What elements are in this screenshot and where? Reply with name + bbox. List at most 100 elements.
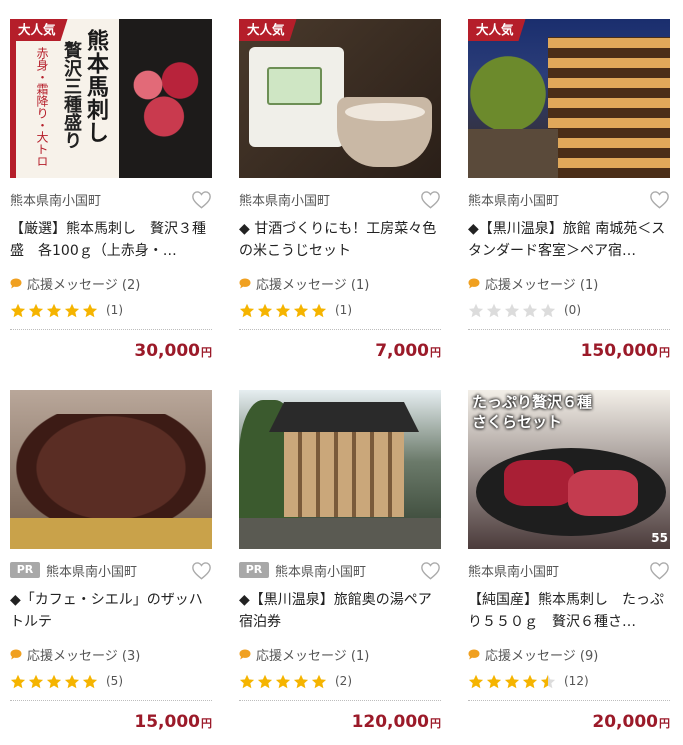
support-message-text: 応援メッセージ (9): [485, 648, 599, 664]
star-filled-icon: [28, 303, 44, 317]
location-label: 熊本県南小国町: [239, 193, 331, 209]
favorite-heart-icon[interactable]: [648, 559, 670, 581]
favorite-heart-icon[interactable]: [190, 559, 212, 581]
review-count: (5): [106, 674, 123, 688]
product-title[interactable]: ◆ 甘酒づくりにも！工房菜々色の米こうじセット: [239, 218, 441, 262]
price-unit: 円: [659, 346, 670, 359]
image-text-line: さくらセット: [472, 413, 563, 431]
price-row: 30,000円: [10, 341, 212, 361]
location-wrap: 熊本県南小国町: [468, 561, 559, 580]
divider: [10, 700, 212, 701]
star-filled-icon: [46, 303, 62, 317]
star-filled-icon: [311, 674, 327, 688]
popular-badge: 大人気: [10, 19, 68, 41]
product-image[interactable]: 大人気: [468, 19, 670, 178]
support-message[interactable]: 応援メッセージ (1): [468, 274, 670, 293]
favorite-heart-icon[interactable]: [419, 188, 441, 210]
review-count: (1): [335, 303, 352, 317]
star-filled-icon: [257, 674, 273, 688]
location-label: 熊本県南小国町: [468, 564, 560, 580]
star-filled-icon: [293, 674, 309, 688]
favorite-heart-icon[interactable]: [419, 559, 441, 581]
product-card[interactable]: たっぷり贅沢６種 さくらセット 55 熊本県南小国町 【純国産】熊本馬刺し たっぷ…: [468, 390, 670, 732]
star-empty-icon: [486, 303, 502, 317]
product-card[interactable]: 大人気 熊本県南小国町 ◆ 甘酒づくりにも！工房菜々色の米こうじセット 応援メッ…: [239, 19, 441, 361]
bag-label-illustration: [267, 67, 322, 105]
support-message[interactable]: 応援メッセージ (2): [10, 274, 212, 293]
divider: [239, 700, 441, 701]
product-title[interactable]: 【厳選】熊本馬刺し 贅沢３種盛 各100ｇ（上赤身・…: [10, 218, 212, 262]
location-wrap: PR 熊本県南小国町: [10, 561, 137, 580]
support-message[interactable]: 応援メッセージ (3): [10, 645, 212, 664]
favorite-heart-icon[interactable]: [648, 188, 670, 210]
star-rating: (1): [239, 301, 441, 319]
location-wrap: 熊本県南小国町: [10, 190, 101, 209]
speech-bubble-icon: [239, 649, 251, 659]
product-card[interactable]: PR 熊本県南小国町 ◆【黒川温泉】旅館奥の湯ペア宿泊券 応援メッセージ (1)…: [239, 390, 441, 732]
image-text: たっぷり贅沢６種 さくらセット: [472, 392, 668, 432]
product-card[interactable]: 大人気 熊本馬刺し 贅沢三種盛り 赤身・霜降り・大トロ 熊本県南小国町 【厳選】…: [10, 19, 212, 361]
support-message[interactable]: 応援メッセージ (9): [468, 645, 670, 664]
product-image[interactable]: 大人気: [239, 19, 441, 178]
review-count: (12): [564, 674, 589, 688]
review-count: (0): [564, 303, 581, 317]
divider: [468, 329, 670, 330]
price-value: 120,000: [351, 712, 429, 732]
price-value: 7,000: [375, 341, 429, 361]
product-title[interactable]: 【純国産】熊本馬刺し たっぷり５５０ｇ 贅沢６種さ…: [468, 589, 670, 633]
product-title[interactable]: ◆「カフェ・シエル」のザッハトルテ: [10, 589, 212, 633]
star-filled-icon: [239, 303, 255, 317]
card-meta: 熊本県南小国町: [468, 557, 670, 583]
ryokan-illustration: [548, 37, 670, 178]
image-text: 贅沢三種盛り: [61, 41, 82, 149]
star-filled-icon: [82, 674, 98, 688]
price-row: 20,000円: [468, 712, 670, 732]
popular-badge: 大人気: [468, 19, 526, 41]
pr-badge: PR: [10, 562, 40, 578]
star-empty-icon: [540, 303, 556, 317]
popular-badge: 大人気: [239, 19, 297, 41]
support-message-text: 応援メッセージ (2): [27, 277, 141, 293]
location-wrap: 熊本県南小国町: [468, 190, 559, 209]
star-empty-icon: [504, 303, 520, 317]
product-title[interactable]: ◆【黒川温泉】旅館奥の湯ペア宿泊券: [239, 589, 441, 633]
meat-illustration: [568, 470, 638, 516]
star-filled-icon: [468, 674, 484, 688]
star-rating: (0): [468, 301, 670, 319]
card-meta: 熊本県南小国町: [239, 186, 441, 212]
price-value: 30,000: [134, 341, 200, 361]
divider: [10, 329, 212, 330]
product-title[interactable]: ◆【黒川温泉】旅館 南城苑＜スタンダード客室＞ペア宿…: [468, 218, 670, 262]
amazake-illustration: [345, 103, 425, 121]
product-image[interactable]: [239, 390, 441, 549]
star-filled-icon: [28, 674, 44, 688]
price-unit: 円: [659, 717, 670, 730]
product-image[interactable]: [10, 390, 212, 549]
card-meta: PR 熊本県南小国町: [10, 557, 212, 583]
image-text: 熊本馬刺し: [83, 29, 109, 144]
star-rating: (12): [468, 672, 670, 690]
price-value: 15,000: [134, 712, 200, 732]
product-card[interactable]: 大人気 熊本県南小国町 ◆【黒川温泉】旅館 南城苑＜スタンダード客室＞ペア宿… …: [468, 19, 670, 361]
pr-badge: PR: [239, 562, 269, 578]
stairs-illustration: [468, 129, 558, 178]
price-row: 7,000円: [239, 341, 441, 361]
support-message-text: 応援メッセージ (1): [256, 648, 370, 664]
star-filled-icon: [486, 674, 502, 688]
location-label: 熊本県南小国町: [275, 564, 367, 580]
product-image[interactable]: たっぷり贅沢６種 さくらセット 55: [468, 390, 670, 549]
support-message[interactable]: 応援メッセージ (1): [239, 274, 441, 293]
cake-illustration: [16, 414, 206, 534]
price-row: 120,000円: [239, 712, 441, 732]
star-filled-icon: [10, 303, 26, 317]
product-card[interactable]: PR 熊本県南小国町 ◆「カフェ・シエル」のザッハトルテ 応援メッセージ (3)…: [10, 390, 212, 732]
favorite-heart-icon[interactable]: [190, 188, 212, 210]
star-half-icon: [540, 674, 556, 688]
support-message[interactable]: 応援メッセージ (1): [239, 645, 441, 664]
product-image[interactable]: 大人気 熊本馬刺し 贅沢三種盛り 赤身・霜降り・大トロ: [10, 19, 212, 178]
star-rating: (5): [10, 672, 212, 690]
divider: [468, 700, 670, 701]
image-accent: [10, 19, 16, 178]
speech-bubble-icon: [468, 649, 480, 659]
support-message-text: 応援メッセージ (1): [485, 277, 599, 293]
